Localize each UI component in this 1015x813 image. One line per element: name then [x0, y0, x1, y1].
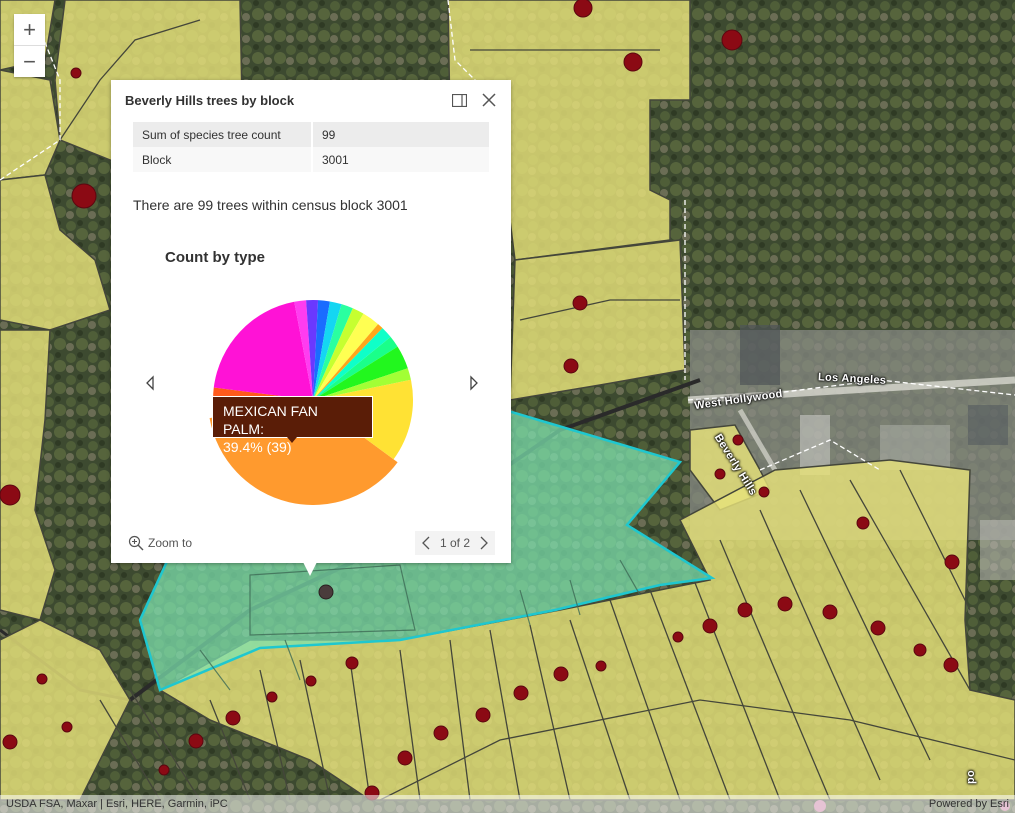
dock-icon[interactable] — [450, 91, 468, 109]
tooltip-line-1: MEXICAN FAN PALM: — [223, 403, 318, 437]
table-row: Block 3001 — [133, 147, 489, 172]
attribute-table: Sum of species tree count 99 Block 3001 — [133, 122, 489, 172]
table-row: Sum of species tree count 99 — [133, 122, 489, 147]
popup-pointer — [303, 562, 317, 576]
zoom-control: + − — [14, 14, 45, 77]
map-label-partial: po — [965, 769, 977, 784]
pager-label: 1 of 2 — [439, 536, 471, 550]
chart-prev-icon[interactable] — [143, 374, 157, 392]
feature-popup: Beverly Hills trees by block Sum of spec… — [111, 80, 511, 563]
field-value: 99 — [312, 122, 489, 147]
attribution-text: USDA FSA, Maxar | Esri, HERE, Garmin, iP… — [6, 798, 228, 810]
field-label: Block — [133, 147, 313, 172]
powered-by-esri[interactable]: Powered by Esri — [929, 798, 1009, 810]
pager-next-icon[interactable] — [477, 534, 491, 552]
tooltip-pointer — [287, 437, 297, 443]
field-value: 3001 — [312, 147, 489, 172]
attribution-bar: USDA FSA, Maxar | Esri, HERE, Garmin, iP… — [0, 795, 1015, 813]
zoom-to-icon — [128, 535, 144, 551]
chart-next-icon[interactable] — [467, 374, 481, 392]
popup-description: There are 99 trees within census block 3… — [133, 197, 408, 213]
zoom-to-button[interactable]: Zoom to — [128, 535, 192, 551]
zoom-to-label: Zoom to — [148, 536, 193, 550]
zoom-out-button[interactable]: − — [14, 45, 45, 77]
field-label: Sum of species tree count — [133, 122, 313, 147]
feature-pager: 1 of 2 — [415, 531, 495, 555]
close-icon[interactable] — [480, 91, 498, 109]
zoom-in-button[interactable]: + — [14, 14, 45, 45]
chart-tooltip: MEXICAN FAN PALM: 39.4% (39) — [212, 396, 373, 455]
pager-prev-icon[interactable] — [419, 534, 433, 552]
chart-title: Count by type — [165, 249, 265, 266]
popup-title: Beverly Hills trees by block — [125, 93, 295, 108]
